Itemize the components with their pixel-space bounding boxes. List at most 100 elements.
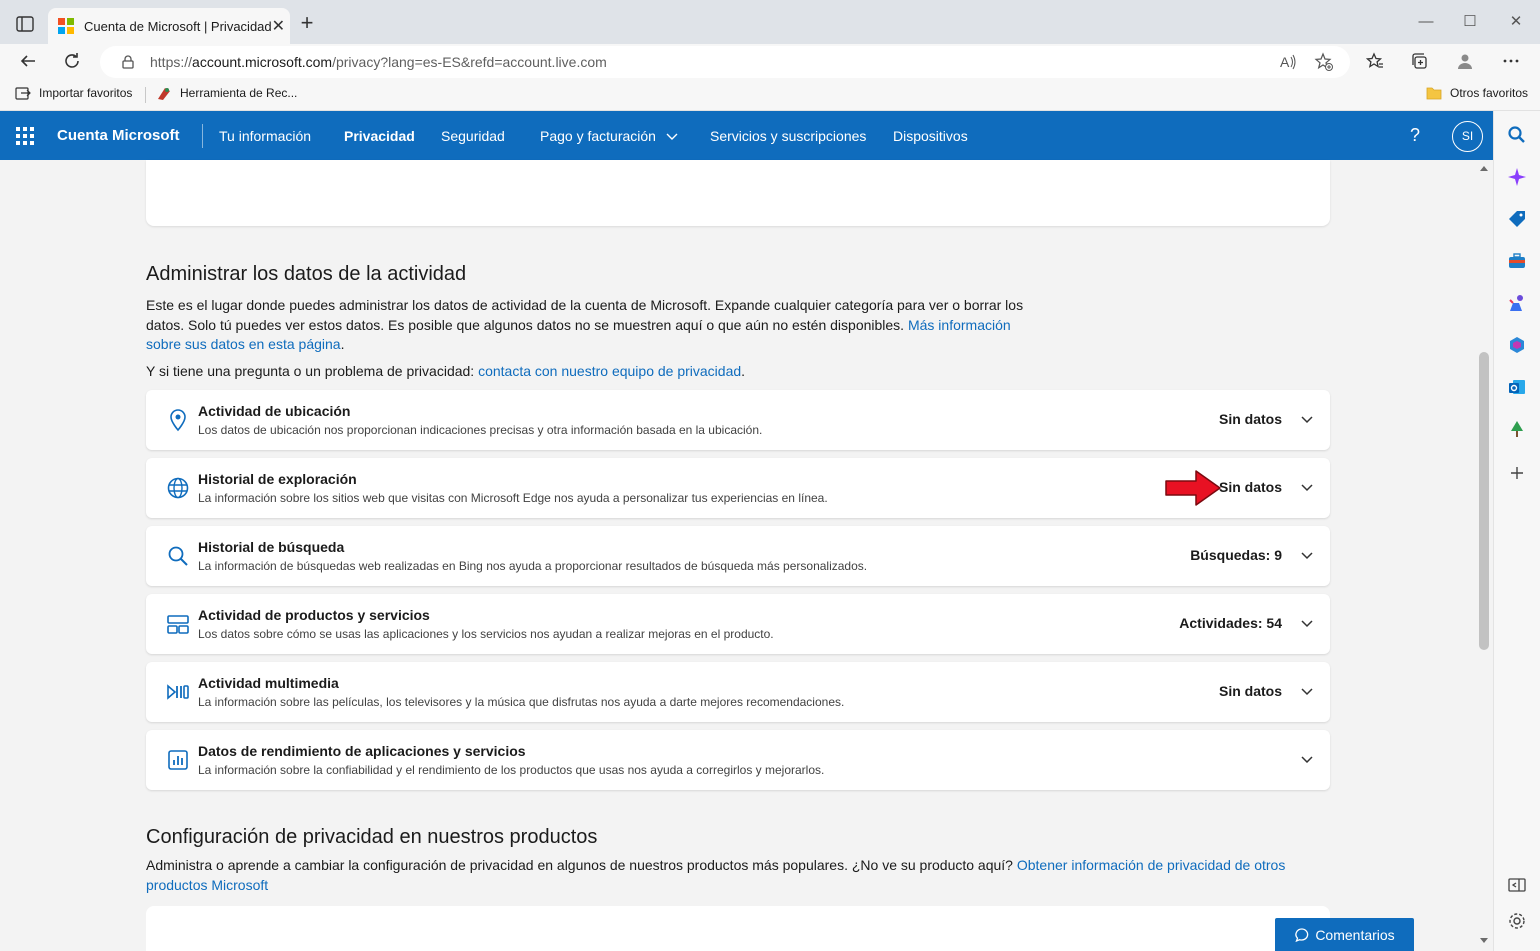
chevron-down-icon[interactable] bbox=[1300, 548, 1314, 562]
nav-seguridad[interactable]: Seguridad bbox=[441, 128, 505, 144]
svg-text:A: A bbox=[1280, 54, 1290, 70]
nav-servicios-suscripciones[interactable]: Servicios y suscripciones bbox=[710, 128, 866, 144]
row-description: Los datos sobre cómo se usas las aplicac… bbox=[198, 627, 774, 641]
row-title: Historial de búsqueda bbox=[198, 539, 345, 555]
help-icon[interactable]: ? bbox=[1410, 125, 1420, 146]
favorites-separator bbox=[145, 87, 146, 103]
row-description: Los datos de ubicación nos proporcionan … bbox=[198, 423, 763, 437]
address-bar[interactable]: https://account.microsoft.com/privacy?la… bbox=[100, 46, 1350, 78]
minimize-button[interactable]: — bbox=[1416, 12, 1436, 32]
add-sidebar-app-icon[interactable] bbox=[1507, 463, 1527, 483]
chat-bubble-icon bbox=[1295, 927, 1309, 942]
favorites-icon[interactable] bbox=[1363, 49, 1387, 73]
nav-dispositivos[interactable]: Dispositivos bbox=[893, 128, 968, 144]
collections-icon[interactable] bbox=[1407, 49, 1431, 73]
refresh-button[interactable] bbox=[60, 49, 84, 73]
back-button[interactable] bbox=[16, 49, 40, 73]
browser-tab[interactable]: Cuenta de Microsoft | Privacidad ✕ bbox=[48, 8, 290, 44]
row-status: Sin datos bbox=[1218, 479, 1282, 495]
activity-row-app-performance[interactable]: Datos de rendimiento de aplicaciones y s… bbox=[146, 730, 1330, 790]
row-description: La información sobre la confiabilidad y … bbox=[198, 763, 825, 777]
privacy-settings-description: Administra o aprende a cambiar la config… bbox=[146, 857, 1286, 893]
activity-row-location[interactable]: Actividad de ubicación Los datos de ubic… bbox=[146, 390, 1330, 450]
brand-title[interactable]: Cuenta Microsoft bbox=[57, 127, 180, 144]
sidebar-collapse-icon[interactable] bbox=[1507, 875, 1527, 895]
settings-gear-icon[interactable] bbox=[1507, 911, 1527, 931]
apps-icon bbox=[166, 612, 190, 636]
import-favorites-icon bbox=[15, 87, 31, 100]
activity-row-search-history[interactable]: Historial de búsqueda La información de … bbox=[146, 526, 1330, 586]
close-window-button[interactable]: ✕ bbox=[1506, 12, 1526, 32]
row-status: Sin datos bbox=[1218, 411, 1282, 427]
tab-actions-icon[interactable] bbox=[14, 14, 36, 34]
privacy-settings-card bbox=[146, 906, 1330, 951]
games-icon[interactable] bbox=[1507, 293, 1527, 313]
scroll-up-arrow[interactable] bbox=[1480, 166, 1488, 171]
row-title: Actividad de ubicación bbox=[198, 403, 351, 419]
activity-row-products-services[interactable]: Actividad de productos y servicios Los d… bbox=[146, 594, 1330, 654]
outlook-icon[interactable] bbox=[1507, 377, 1527, 397]
tool-favicon bbox=[158, 88, 170, 100]
feedback-button[interactable]: Comentarios bbox=[1275, 918, 1414, 951]
chevron-down-icon[interactable] bbox=[1300, 752, 1314, 766]
read-aloud-icon[interactable]: A bbox=[1278, 52, 1298, 72]
chevron-down-icon[interactable] bbox=[1300, 480, 1314, 494]
nav-pago-facturacion[interactable]: Pago y facturación bbox=[540, 128, 678, 144]
row-description: La información sobre las películas, los … bbox=[198, 695, 845, 709]
tab-title: Cuenta de Microsoft | Privacidad bbox=[84, 18, 272, 34]
row-title: Actividad multimedia bbox=[198, 675, 339, 691]
activity-section-title: Administrar los datos de la actividad bbox=[146, 263, 467, 285]
lock-icon bbox=[122, 55, 134, 69]
folder-icon bbox=[1426, 87, 1442, 100]
other-favorites-folder[interactable]: Otros favoritos bbox=[1426, 85, 1528, 101]
tab-close-icon[interactable]: ✕ bbox=[272, 16, 285, 36]
tools-briefcase-icon[interactable] bbox=[1507, 251, 1527, 271]
contact-privacy-team-link[interactable]: contacta con nuestro equipo de privacida… bbox=[478, 363, 741, 379]
copilot-sparkle-icon[interactable] bbox=[1507, 167, 1527, 187]
search-icon[interactable] bbox=[1507, 125, 1527, 145]
microsoft-logo-icon bbox=[58, 18, 74, 34]
scroll-down-arrow[interactable] bbox=[1480, 938, 1488, 943]
app-launcher-icon[interactable] bbox=[16, 127, 34, 145]
browser-titlebar: Cuenta de Microsoft | Privacidad ✕ + — ☐… bbox=[0, 0, 1540, 44]
row-title: Datos de rendimiento de aplicaciones y s… bbox=[198, 743, 526, 759]
avatar[interactable]: SI bbox=[1452, 121, 1483, 152]
favorite-tool[interactable]: Herramienta de Rec... bbox=[156, 85, 297, 101]
favorite-import[interactable]: Importar favoritos bbox=[15, 85, 132, 101]
profile-icon[interactable] bbox=[1453, 49, 1477, 73]
activity-row-browsing-history[interactable]: Historial de exploración La información … bbox=[146, 458, 1330, 518]
chevron-down-icon[interactable] bbox=[1300, 684, 1314, 698]
row-status: Actividades: 54 bbox=[1179, 615, 1282, 631]
chart-icon bbox=[166, 748, 190, 772]
header-divider bbox=[202, 124, 203, 148]
page-scrollbar[interactable] bbox=[1476, 160, 1493, 951]
tree-icon[interactable] bbox=[1507, 419, 1527, 439]
add-favorite-icon[interactable] bbox=[1314, 52, 1334, 72]
chevron-down-icon bbox=[666, 133, 678, 140]
chevron-down-icon[interactable] bbox=[1300, 412, 1314, 426]
maximize-button[interactable]: ☐ bbox=[1460, 12, 1480, 32]
activity-section-description: Este es el lugar donde puedes administra… bbox=[146, 297, 1024, 352]
shopping-tag-icon[interactable] bbox=[1507, 209, 1527, 229]
url-text: https://account.microsoft.com/privacy?la… bbox=[150, 54, 607, 70]
chevron-down-icon[interactable] bbox=[1300, 616, 1314, 630]
media-icon bbox=[166, 680, 190, 704]
row-status: Sin datos bbox=[1218, 683, 1282, 699]
favorites-bar: Importar favoritos Herramienta de Rec...… bbox=[0, 78, 1540, 111]
row-title: Historial de exploración bbox=[198, 471, 357, 487]
account-header: Cuenta Microsoft Tu información Privacid… bbox=[0, 111, 1493, 160]
activity-row-media[interactable]: Actividad multimedia La información sobr… bbox=[146, 662, 1330, 722]
more-options-icon[interactable] bbox=[1499, 49, 1523, 73]
previous-section-card bbox=[146, 160, 1330, 226]
privacy-question: Y si tiene una pregunta o un problema de… bbox=[146, 363, 746, 379]
search-icon bbox=[166, 544, 190, 568]
nav-privacidad[interactable]: Privacidad bbox=[344, 128, 415, 144]
new-tab-button[interactable]: + bbox=[296, 12, 318, 35]
globe-icon bbox=[166, 476, 190, 500]
nav-tu-informacion[interactable]: Tu información bbox=[219, 128, 311, 144]
scroll-thumb[interactable] bbox=[1479, 352, 1489, 650]
browser-toolbar: https://account.microsoft.com/privacy?la… bbox=[0, 44, 1540, 78]
red-arrow-annotation bbox=[1165, 470, 1221, 506]
privacy-settings-section-title: Configuración de privacidad en nuestros … bbox=[146, 826, 598, 848]
microsoft-365-icon[interactable] bbox=[1507, 335, 1527, 355]
